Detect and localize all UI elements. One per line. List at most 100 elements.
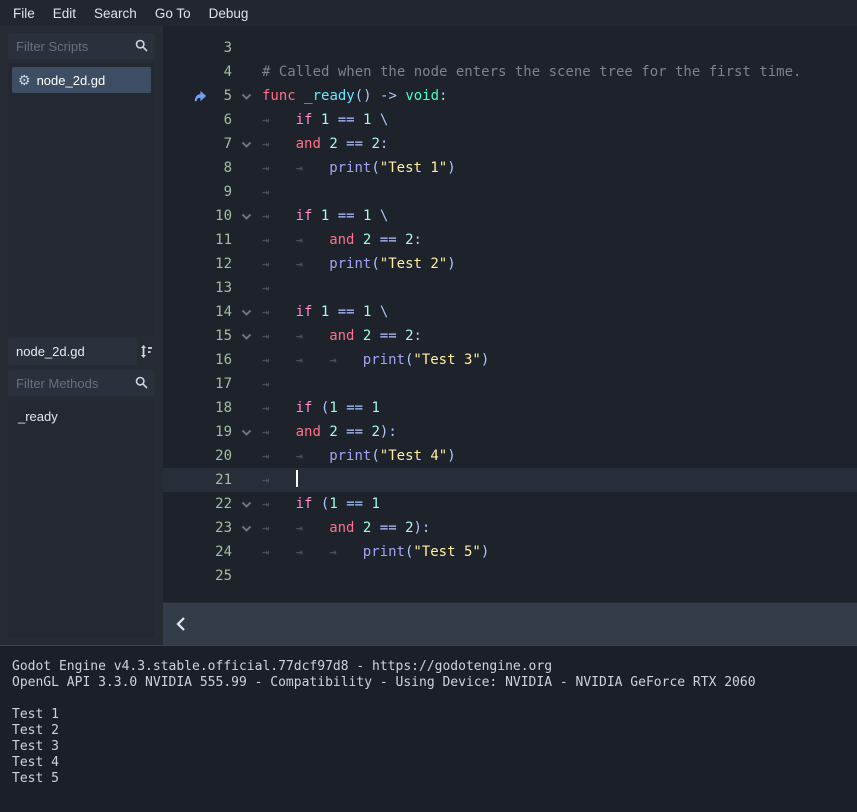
tab-indicator-icon: ⇥: [262, 305, 270, 319]
line-text: ⇥ and 2 == 2):: [260, 420, 857, 444]
code-line[interactable]: 12 ⇥ ⇥ print("Test 2"): [163, 252, 857, 276]
code-line[interactable]: 17 ⇥: [163, 372, 857, 396]
code-token: ==: [371, 520, 406, 536]
code-line[interactable]: 14 ⇥ if 1 == 1 \: [163, 300, 857, 324]
script-name-field[interactable]: [8, 338, 138, 365]
code-line[interactable]: 3: [163, 36, 857, 60]
script-name-row: [8, 338, 155, 365]
tab-indicator-icon: ⇥: [262, 353, 270, 367]
code-token: print: [329, 448, 372, 464]
code-token: ==: [371, 232, 406, 248]
code-line[interactable]: 16 ⇥ ⇥ ⇥ print("Test 3"): [163, 348, 857, 372]
code-line[interactable]: 24 ⇥ ⇥ ⇥ print("Test 5"): [163, 540, 857, 564]
line-number[interactable]: 21: [210, 468, 232, 492]
line-text: ⇥: [260, 180, 857, 204]
menu-debug[interactable]: Debug: [208, 4, 250, 23]
fold-gutter[interactable]: [232, 492, 260, 516]
search-icon: [135, 39, 148, 57]
filter-scripts-input[interactable]: [8, 33, 155, 59]
line-text: ⇥ ⇥ and 2 == 2:: [260, 324, 857, 348]
fold-gutter: [232, 444, 260, 468]
code-line[interactable]: 15 ⇥ ⇥ and 2 == 2:: [163, 324, 857, 348]
line-number[interactable]: 16: [210, 348, 232, 372]
fold-gutter[interactable]: [232, 324, 260, 348]
output-panel[interactable]: Godot Engine v4.3.stable.official.77dcf9…: [0, 645, 857, 812]
fold-chevron-icon: [241, 333, 251, 340]
code-token: 1: [329, 496, 338, 512]
override-gutter: [163, 204, 210, 228]
code-line[interactable]: 8 ⇥ ⇥ print("Test 1"): [163, 156, 857, 180]
code-line[interactable]: 18 ⇥ if (1 == 1: [163, 396, 857, 420]
menu-go-to[interactable]: Go To: [154, 4, 192, 23]
sort-methods-button[interactable]: [137, 338, 155, 365]
code-line[interactable]: 10 ⇥ if 1 == 1 \: [163, 204, 857, 228]
code-line[interactable]: 19 ⇥ and 2 == 2):: [163, 420, 857, 444]
line-number[interactable]: 19: [210, 420, 232, 444]
override-gutter: [163, 84, 210, 108]
line-text: # Called when the node enters the scene …: [260, 60, 857, 84]
code-token: ): [480, 352, 490, 368]
code-editor[interactable]: 3 4 # Called when the node enters the scen…: [163, 26, 857, 602]
code-line[interactable]: 22 ⇥ if (1 == 1: [163, 492, 857, 516]
override-gutter: [163, 444, 210, 468]
code-line[interactable]: 25: [163, 564, 857, 588]
line-number[interactable]: 15: [210, 324, 232, 348]
code-line[interactable]: 11 ⇥ ⇥ and 2 == 2:: [163, 228, 857, 252]
code-token: and: [329, 520, 363, 536]
tab-indicator-icon: ⇥: [262, 257, 270, 271]
code-line[interactable]: 9 ⇥: [163, 180, 857, 204]
line-number[interactable]: 22: [210, 492, 232, 516]
line-number[interactable]: 6: [210, 108, 232, 132]
tab-indicator-icon: ⇥: [329, 353, 337, 367]
line-number[interactable]: 10: [210, 204, 232, 228]
fold-gutter[interactable]: [232, 84, 260, 108]
menu-edit[interactable]: Edit: [52, 4, 77, 23]
script-list-item[interactable]: ⚙ node_2d.gd: [12, 67, 151, 93]
menu-search[interactable]: Search: [93, 4, 138, 23]
code-line[interactable]: 4 # Called when the node enters the scene…: [163, 60, 857, 84]
code-line[interactable]: 20 ⇥ ⇥ print("Test 4"): [163, 444, 857, 468]
code-line[interactable]: 21 ⇥: [163, 468, 857, 492]
code-line[interactable]: 7 ⇥ and 2 == 2:: [163, 132, 857, 156]
code-token: 2: [329, 424, 338, 440]
code-line[interactable]: 13 ⇥: [163, 276, 857, 300]
tab-indicator-icon: ⇥: [262, 161, 270, 175]
override-gutter: [163, 156, 210, 180]
line-number[interactable]: 20: [210, 444, 232, 468]
line-number[interactable]: 3: [210, 36, 232, 60]
menu-file[interactable]: File: [12, 4, 36, 23]
line-number[interactable]: 25: [210, 564, 232, 588]
tab-indicator-icon: ⇥: [262, 113, 270, 127]
line-number[interactable]: 18: [210, 396, 232, 420]
collapse-scripts-panel-button[interactable]: [171, 612, 191, 636]
line-text: ⇥ ⇥ print("Test 1"): [260, 156, 857, 180]
line-number[interactable]: 4: [210, 60, 232, 84]
code-token: ): [447, 160, 456, 176]
fold-gutter[interactable]: [232, 516, 260, 540]
fold-chevron-icon: [241, 141, 251, 148]
fold-chevron-icon: [241, 213, 251, 220]
line-number[interactable]: 23: [210, 516, 232, 540]
fold-gutter[interactable]: [232, 204, 260, 228]
fold-gutter[interactable]: [232, 300, 260, 324]
line-number[interactable]: 14: [210, 300, 232, 324]
line-number[interactable]: 17: [210, 372, 232, 396]
filter-methods-input[interactable]: [8, 370, 155, 396]
code-line[interactable]: 5 func _ready() -> void:: [163, 84, 857, 108]
line-number[interactable]: 8: [210, 156, 232, 180]
line-number[interactable]: 12: [210, 252, 232, 276]
fold-gutter[interactable]: [232, 420, 260, 444]
line-number[interactable]: 7: [210, 132, 232, 156]
line-number[interactable]: 11: [210, 228, 232, 252]
line-number[interactable]: 24: [210, 540, 232, 564]
code-line[interactable]: 23 ⇥ ⇥ and 2 == 2):: [163, 516, 857, 540]
line-number[interactable]: 9: [210, 180, 232, 204]
fold-gutter[interactable]: [232, 132, 260, 156]
code-token: :: [379, 136, 389, 152]
line-number[interactable]: 13: [210, 276, 232, 300]
line-number[interactable]: 5: [210, 84, 232, 108]
method-list-item[interactable]: _ready: [12, 404, 151, 428]
tab-indicator-icon: ⇥: [295, 233, 303, 247]
tab-indicator-icon: ⇥: [262, 209, 270, 223]
code-line[interactable]: 6 ⇥ if 1 == 1 \: [163, 108, 857, 132]
